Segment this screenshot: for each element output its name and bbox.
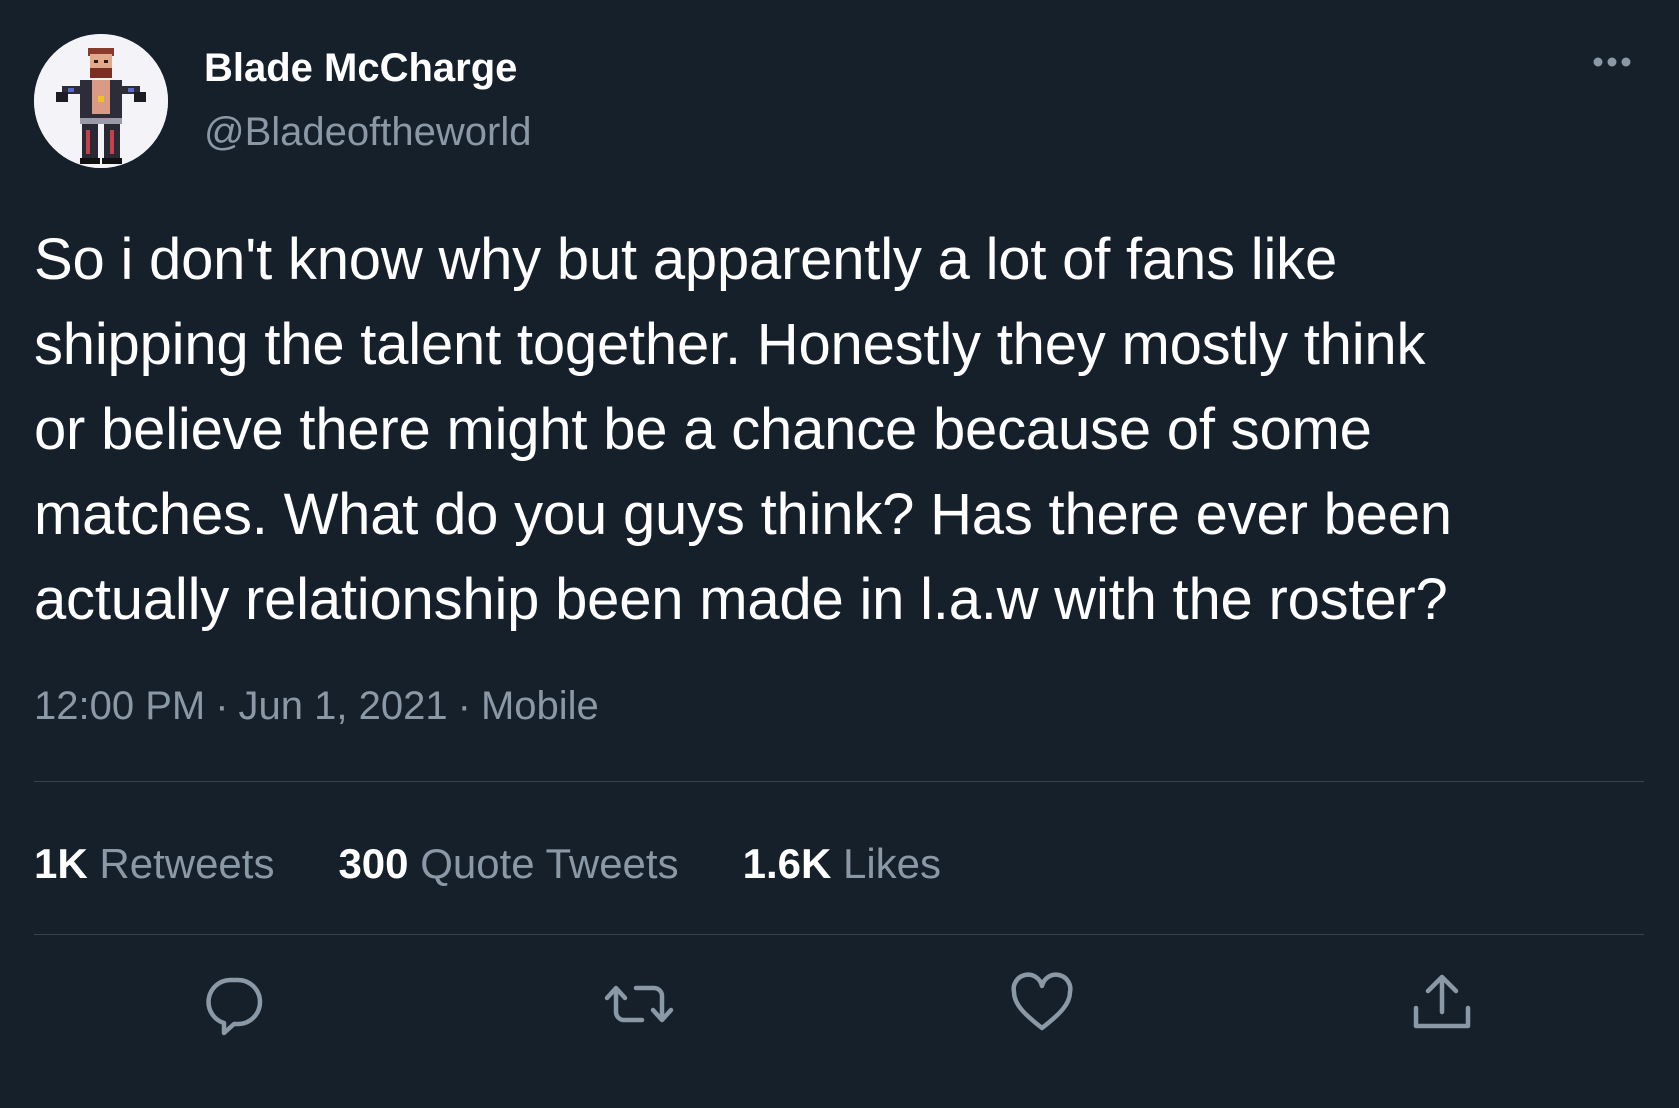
wrestler-avatar-icon: [34, 34, 168, 168]
author-handle[interactable]: @Bladeoftheworld: [204, 110, 531, 155]
likes-label: Likes: [842, 840, 942, 887]
reply-button[interactable]: [202, 972, 266, 1036]
tweet-metadata: 12:00 PM · Jun 1, 2021 · Mobile: [34, 684, 599, 729]
avatar[interactable]: [34, 34, 168, 168]
tweet-text-line: shipping the talent together. Honestly t…: [34, 312, 1426, 377]
retweet-button[interactable]: [604, 972, 674, 1036]
tweet-source: Mobile: [480, 684, 599, 728]
divider: [34, 781, 1644, 782]
retweets-count: 1K: [34, 840, 88, 887]
like-button[interactable]: [1010, 972, 1074, 1036]
reply-icon: [206, 977, 263, 1036]
share-button[interactable]: [1410, 972, 1474, 1036]
tweet-text-line: actually relationship been made in l.a.w…: [34, 567, 1448, 632]
tweet-detail: Blade McCharge @Bladeoftheworld So i don…: [0, 0, 1679, 1108]
retweets-label: Retweets: [99, 840, 275, 887]
retweet-icon: [604, 985, 674, 1023]
more-options-icon: [1593, 57, 1631, 67]
heart-icon: [1011, 972, 1073, 1031]
tweet-text-line: matches. What do you guys think? Has the…: [34, 482, 1452, 547]
likes-count: 1.6K: [742, 840, 832, 887]
author-display-name[interactable]: Blade McCharge: [204, 46, 517, 91]
quote-tweets-count: 300: [338, 840, 409, 887]
retweets-stat[interactable]: 1K Retweets: [34, 840, 274, 888]
share-icon: [1413, 974, 1471, 1029]
divider: [34, 934, 1644, 935]
tweet-text: So i don't know why but apparently a lot…: [34, 217, 1654, 642]
separator-dot: ·: [215, 684, 229, 728]
quote-tweets-label: Quote Tweets: [420, 840, 679, 887]
tweet-text-line: or believe there might be a chance becau…: [34, 397, 1372, 462]
tweet-text-line: So i don't know why but apparently a lot…: [34, 227, 1338, 292]
engagement-stats: 1K Retweets 300 Quote Tweets 1.6K Likes: [34, 840, 1005, 888]
likes-stat[interactable]: 1.6K Likes: [743, 840, 941, 888]
more-options-button[interactable]: [1588, 46, 1648, 78]
tweet-date[interactable]: Jun 1, 2021: [239, 684, 448, 728]
quote-tweets-stat[interactable]: 300 Quote Tweets: [338, 840, 678, 888]
separator-dot: ·: [457, 684, 471, 728]
tweet-time[interactable]: 12:00 PM: [34, 684, 205, 728]
